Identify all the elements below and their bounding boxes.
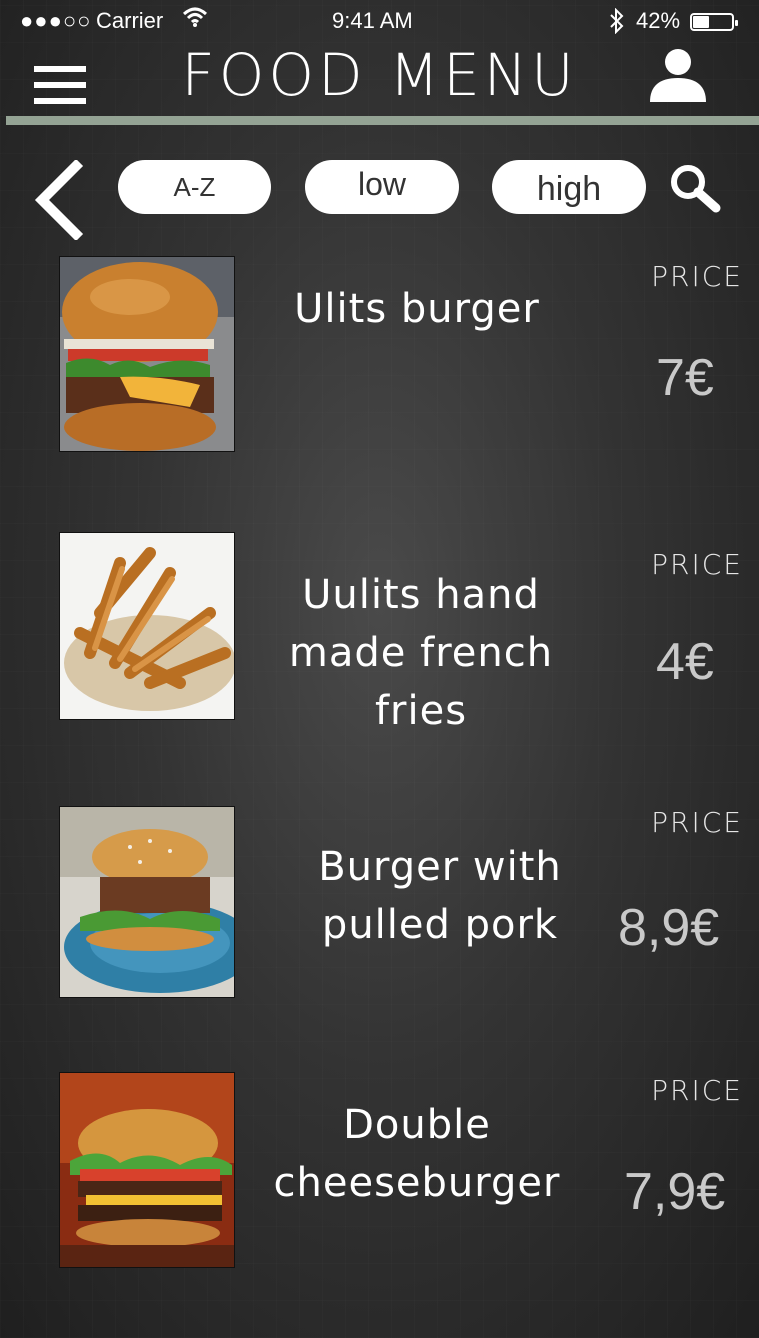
price-label: PRICE xyxy=(651,548,743,581)
bluetooth-icon xyxy=(608,7,626,40)
signal-strength: ●●●○○ xyxy=(20,8,92,33)
price-label: PRICE xyxy=(651,1074,743,1107)
double-cheeseburger-photo xyxy=(59,1072,235,1268)
item-price: 7€ xyxy=(656,349,714,407)
item-name: Ulits burger xyxy=(294,286,540,332)
page-title: FOOD MENU xyxy=(181,41,578,109)
chevron-left-icon[interactable] xyxy=(30,158,90,242)
item-price: 7,9€ xyxy=(624,1163,726,1221)
sort-az-button[interactable]: A-Z xyxy=(118,160,271,214)
battery-icon xyxy=(690,13,738,31)
user-icon[interactable] xyxy=(648,46,708,102)
header-divider xyxy=(6,116,759,125)
menu-item[interactable]: Uulits hand made french fries PRICE 4€ xyxy=(0,532,759,734)
fries-photo xyxy=(59,532,235,720)
menu-item[interactable]: Ulits burger PRICE 7€ xyxy=(0,256,759,456)
sort-high-button[interactable]: high xyxy=(492,160,646,214)
item-price: 4€ xyxy=(656,633,714,691)
sort-low-button[interactable]: low xyxy=(305,160,459,214)
search-icon[interactable] xyxy=(666,162,726,214)
battery-percentage: 42% xyxy=(636,8,681,33)
clock: 9:41 AM xyxy=(332,8,413,33)
filter-bar: A-Z low high xyxy=(0,150,759,242)
price-label: PRICE xyxy=(651,806,743,839)
carrier-name: Carrier xyxy=(96,8,164,33)
pulled-pork-burger-photo xyxy=(59,806,235,998)
menu-item[interactable]: Burger with pulled pork PRICE 8,9€ xyxy=(0,806,759,1006)
item-price: 8,9€ xyxy=(618,899,720,957)
menu-item[interactable]: Double cheeseburger PRICE 7,9€ xyxy=(0,1072,759,1272)
app-header: FOOD MENU xyxy=(0,44,759,116)
item-name: Double cheeseburger xyxy=(273,1102,561,1206)
wifi-icon xyxy=(182,6,208,34)
item-name: Uulits hand made french fries xyxy=(288,572,554,734)
burger-photo xyxy=(59,256,235,452)
item-name: Burger with pulled pork xyxy=(318,844,562,948)
status-bar: ●●●○○ Carrier 9:41 AM 42% xyxy=(0,0,759,44)
price-label: PRICE xyxy=(651,260,743,293)
